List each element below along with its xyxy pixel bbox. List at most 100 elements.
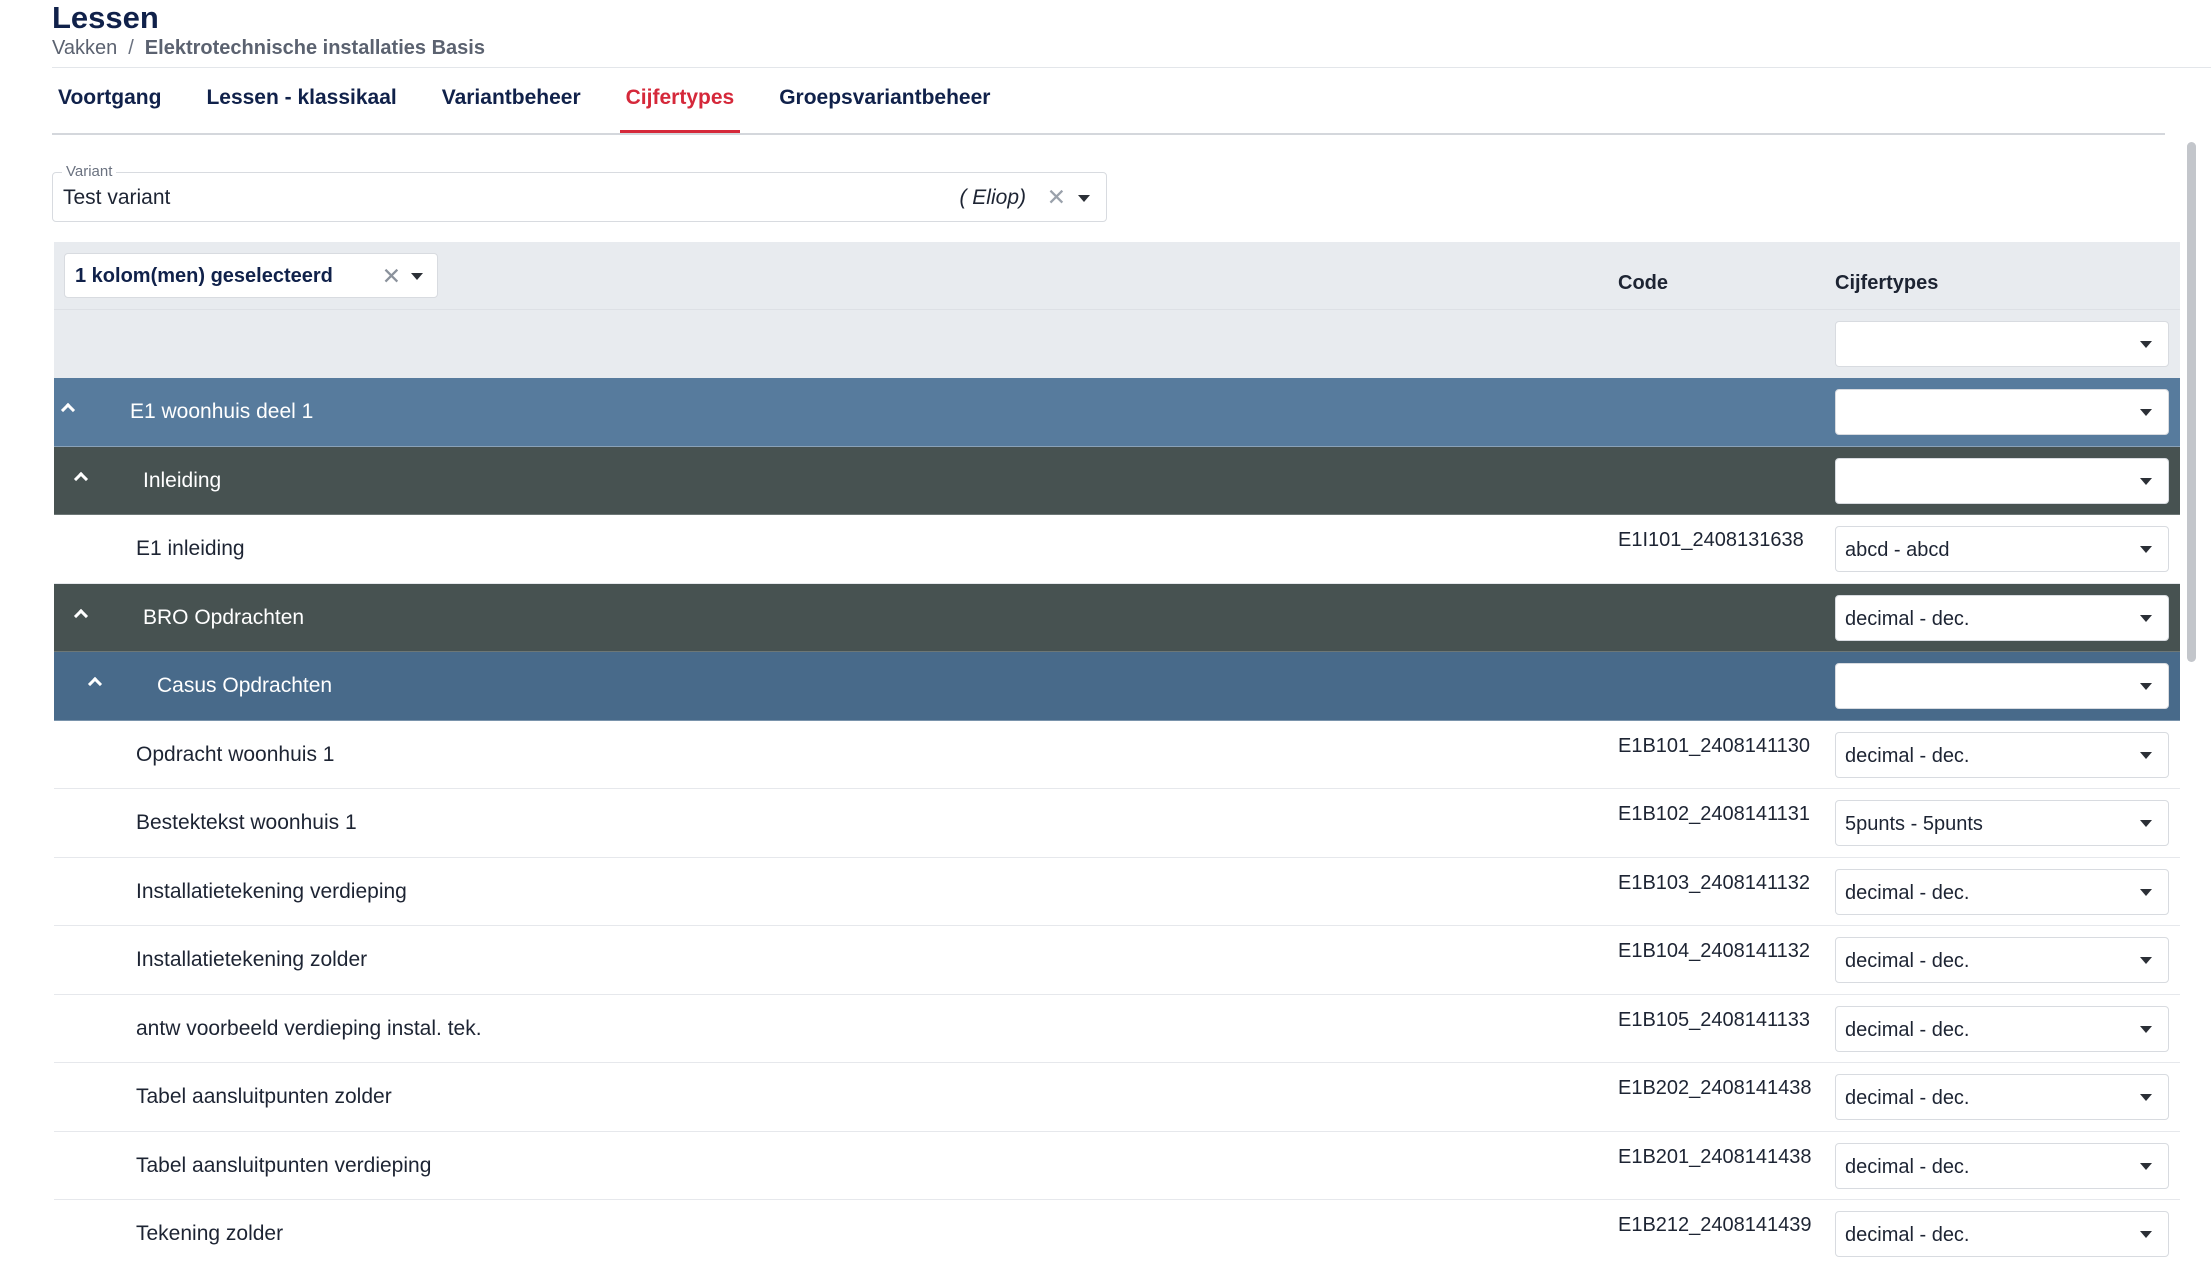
- breadcrumb-current: Elektrotechnische installaties Basis: [144, 37, 485, 59]
- breadcrumb: Vakken / Elektrotechnische installaties Ba…: [52, 36, 485, 60]
- row-name: Casus Opdrachten: [157, 674, 333, 697]
- caret-down-icon: [2140, 1094, 2152, 1101]
- close-icon[interactable]: ✕: [1047, 184, 1066, 210]
- cijfertype-select[interactable]: [1835, 457, 2169, 504]
- caret-down-icon: [2140, 820, 2152, 827]
- tab-variantbeheer[interactable]: Variantbeheer: [436, 78, 587, 134]
- caret-down-icon: [2140, 341, 2152, 348]
- column-selector[interactable]: 1 kolom(men) geselecteerd ✕: [64, 253, 438, 298]
- cijfertype-value: decimal - dec.: [1845, 881, 1970, 904]
- grid-header: 1 kolom(men) geselecteerd ✕ Code Cijfert…: [54, 242, 2180, 310]
- caret-down-icon[interactable]: [1078, 195, 1090, 202]
- cijfertype-select[interactable]: decimal - dec.: [1835, 1211, 2169, 1257]
- table-row[interactable]: Tabel aansluitpunten verdieping E1B201_24…: [54, 1131, 2180, 1200]
- table-row[interactable]: Installatietekening verdieping E1B103_240…: [54, 857, 2180, 926]
- grid-body: E1 woonhuis deel 1 Inleiding E1 inleiding E…: [54, 378, 2180, 1265]
- page-title: Lessen: [52, 0, 159, 35]
- row-code: E1B105_2408141133: [1618, 1008, 1811, 1031]
- caret-down-icon: [2140, 1025, 2152, 1033]
- caret-down-icon: [2140, 888, 2152, 896]
- table-row[interactable]: Tabel aansluitpunten zolder E1B202_240814…: [54, 1063, 2180, 1132]
- caret-down-icon: [2140, 683, 2152, 690]
- tab-groepsvariantbeheer[interactable]: Groepsvariantbeheer: [773, 78, 996, 134]
- row-name: Tabel aansluitpunten verdieping: [136, 1153, 432, 1177]
- caret-down-icon: [2140, 477, 2152, 485]
- tab-voortgang[interactable]: Voortgang: [52, 78, 167, 134]
- cijfertype-select[interactable]: decimal - dec.: [1835, 1005, 2169, 1052]
- caret-down-icon: [2140, 409, 2152, 416]
- chevron-up-icon[interactable]: [73, 608, 89, 623]
- variant-extra: ( Eliop): [959, 186, 1026, 209]
- caret-down-icon[interactable]: [411, 273, 423, 280]
- close-icon[interactable]: ✕: [382, 263, 401, 289]
- row-name: Inleiding: [143, 468, 222, 492]
- tabs-divider: [52, 133, 2165, 135]
- breadcrumb-parent[interactable]: Vakken: [52, 37, 117, 59]
- table-row[interactable]: Tekening zolder E1B212_2408141439 decimal …: [54, 1200, 2180, 1265]
- row-code: E1I101_2408131638: [1618, 529, 1804, 551]
- caret-down-icon: [2140, 751, 2152, 759]
- row-code: E1B201_2408141438: [1618, 1145, 1812, 1168]
- row-name: Tabel aansluitpunten zolder: [136, 1085, 392, 1108]
- cijfertype-value: decimal - dec.: [1845, 1087, 1970, 1109]
- cijfertype-select[interactable]: [1835, 389, 2169, 435]
- group-row[interactable]: E1 woonhuis deel 1: [54, 378, 2180, 447]
- row-name: E1 inleiding: [136, 537, 245, 560]
- column-header-cijfertypes[interactable]: Cijfertypes: [1835, 272, 1938, 295]
- cijfertypes-filter-select[interactable]: [1835, 321, 2169, 367]
- caret-down-icon: [2140, 1231, 2152, 1238]
- caret-down-icon: [2140, 957, 2152, 964]
- tab-cijfertypes[interactable]: Cijfertypes: [619, 78, 741, 134]
- chevron-up-icon[interactable]: [87, 676, 103, 692]
- cijfertype-value: decimal - dec.: [1845, 950, 1970, 972]
- cijfertype-select[interactable]: decimal - dec.: [1835, 868, 2169, 915]
- group-row[interactable]: Casus Opdrachten: [54, 652, 2180, 721]
- column-header-code[interactable]: Code: [1618, 272, 1668, 295]
- row-name: Tekening zolder: [136, 1222, 284, 1245]
- row-code: E1B202_2408141438: [1618, 1077, 1812, 1099]
- table-row[interactable]: Bestektekst woonhuis 1 E1B102_2408141131 5…: [54, 789, 2180, 858]
- cijfertype-value: decimal - dec.: [1845, 1155, 1970, 1178]
- cijfertype-select[interactable]: abcd - abcd: [1835, 526, 2169, 572]
- table-row[interactable]: Installatietekening zolder E1B104_2408141…: [54, 926, 2180, 995]
- group-row[interactable]: BRO Opdrachten decimal - dec.: [54, 583, 2180, 652]
- vertical-scrollbar[interactable]: [2187, 142, 2196, 662]
- row-name: Installatietekening zolder: [136, 948, 368, 971]
- row-name: BRO Opdrachten: [143, 605, 305, 629]
- cijfertype-value: decimal - dec.: [1845, 607, 1970, 630]
- table-row[interactable]: antw voorbeeld verdieping instal. tek. E1…: [54, 994, 2180, 1063]
- cijfertype-select[interactable]: decimal - dec.: [1835, 731, 2169, 778]
- row-name: E1 woonhuis deel 1: [130, 400, 314, 423]
- cijfertype-select[interactable]: decimal - dec.: [1835, 1142, 2169, 1189]
- table-row[interactable]: Opdracht woonhuis 1 E1B101_2408141130 deci…: [54, 720, 2180, 789]
- cijfertype-select[interactable]: [1835, 663, 2169, 709]
- breadcrumb-separator: /: [128, 37, 134, 59]
- row-code: E1B102_2408141131: [1618, 803, 1811, 825]
- group-row[interactable]: Inleiding: [54, 446, 2180, 515]
- caret-down-icon: [2140, 614, 2152, 622]
- cijfertype-select[interactable]: 5punts - 5punts: [1835, 800, 2169, 846]
- tab-lessen-klassikaal[interactable]: Lessen - klassikaal: [200, 78, 402, 134]
- column-selector-label: 1 kolom(men) geselecteerd: [75, 265, 333, 287]
- table-row[interactable]: E1 inleiding E1I101_2408131638 abcd - abcd: [54, 515, 2180, 584]
- chevron-up-icon[interactable]: [60, 402, 76, 418]
- caret-down-icon: [2140, 1162, 2152, 1170]
- row-code: E1B212_2408141439: [1618, 1214, 1812, 1236]
- header-divider: [52, 67, 2211, 68]
- row-code: E1B101_2408141130: [1618, 734, 1811, 757]
- cijfertype-select[interactable]: decimal - dec.: [1835, 937, 2169, 983]
- chevron-up-icon[interactable]: [73, 471, 89, 486]
- tab-bar: Voortgang Lessen - klassikaal Variantbeh…: [52, 78, 1029, 134]
- caret-down-icon: [2140, 546, 2152, 553]
- cijfertype-select[interactable]: decimal - dec.: [1835, 1074, 2169, 1120]
- row-name: antw voorbeeld verdieping instal. tek.: [136, 1016, 482, 1040]
- cijfertypes-grid: 1 kolom(men) geselecteerd ✕ Code Cijfert…: [54, 242, 2180, 1265]
- cijfertype-value: decimal - dec.: [1845, 1224, 1970, 1246]
- row-name: Installatietekening verdieping: [136, 879, 407, 903]
- filter-row: [54, 310, 2180, 378]
- row-code: E1B104_2408141132: [1618, 940, 1811, 962]
- cijfertype-select[interactable]: decimal - dec.: [1835, 594, 2169, 641]
- row-name: Opdracht woonhuis 1: [136, 742, 335, 766]
- row-name: Bestektekst woonhuis 1: [136, 811, 357, 834]
- variant-select[interactable]: Variant Test variant ( Eliop) ✕: [52, 163, 1107, 222]
